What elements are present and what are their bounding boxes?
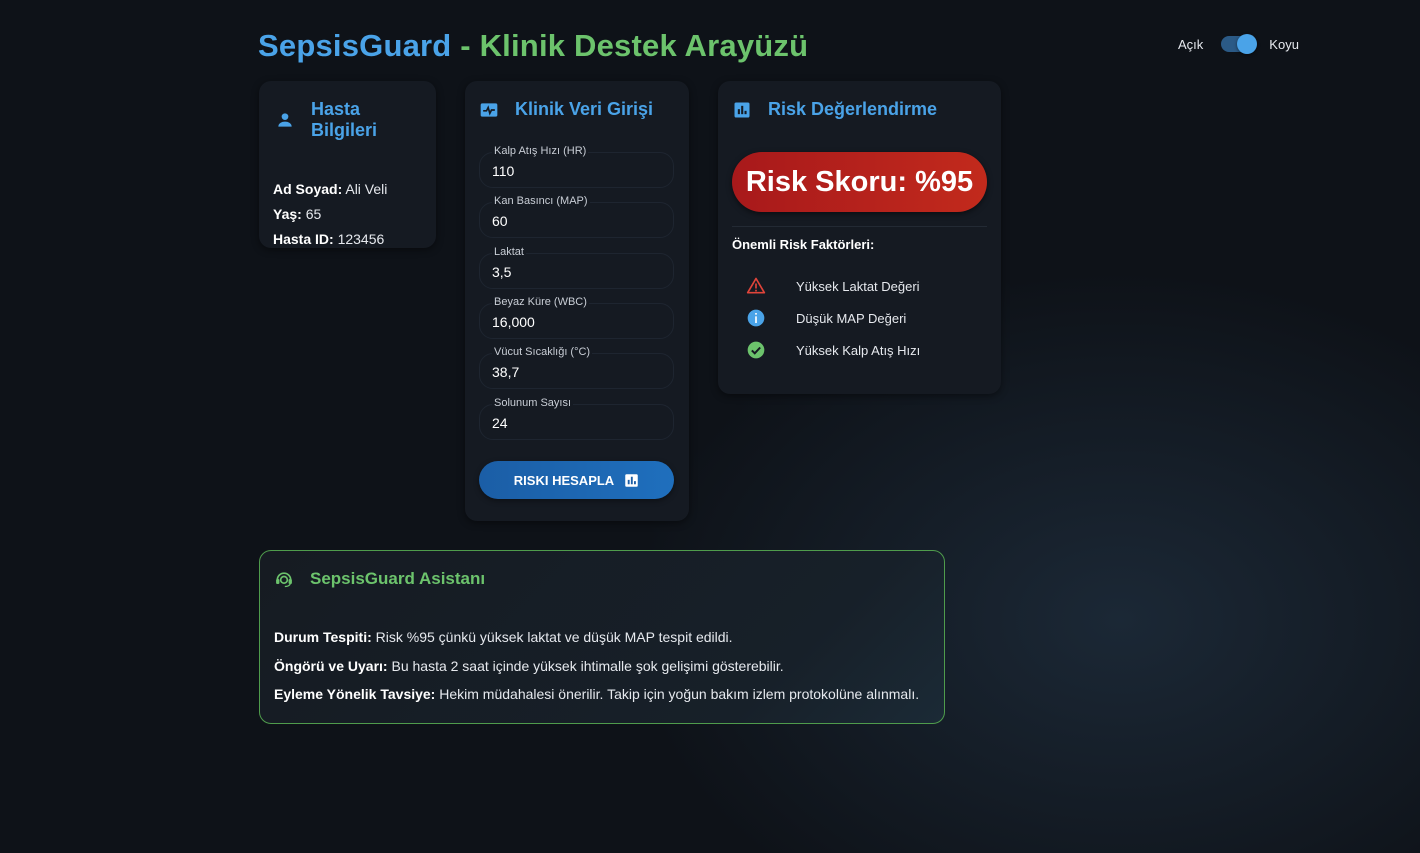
clinical-data-header: Klinik Veri Girişi: [479, 99, 675, 120]
risk-assessment-card: Risk Değerlendirme Risk Skoru: %95 Öneml…: [718, 81, 1001, 394]
risk-factor-item: Yüksek Laktat Değeri: [746, 276, 920, 296]
lactate-label: Laktat: [492, 246, 526, 258]
risk-score-text: Risk Skoru: %95: [745, 165, 974, 198]
wbc-label: Beyaz Küre (WBC): [492, 296, 589, 308]
assistant-line-prediction: Öngörü ve Uyarı: Bu hasta 2 saat içinde …: [274, 652, 930, 681]
respiratory-rate-value[interactable]: 24: [492, 415, 508, 431]
assistant-line-status: Durum Tespiti: Risk %95 çünkü yüksek lak…: [274, 623, 930, 652]
prediction-text: Bu hasta 2 saat içinde yüksek ihtimalle …: [391, 657, 784, 674]
map-field[interactable]: Kan Basıncı (MAP) 60: [479, 195, 674, 238]
risk-factor-label: Yüksek Kalp Atış Hızı: [796, 342, 921, 358]
heart-rate-field[interactable]: Kalp Atış Hızı (HR) 110: [479, 145, 674, 188]
theme-switch-knob: [1237, 34, 1258, 54]
recommendation-text: Hekim müdahalesi önerilir. Takip için yo…: [439, 686, 920, 702]
title-separator: -: [451, 28, 480, 63]
assistant-messages: Durum Tespiti: Risk %95 çünkü yüksek lak…: [274, 623, 930, 709]
assessment-icon: [732, 100, 752, 120]
bar-chart-icon: [624, 473, 639, 488]
patient-name: Ali Veli: [345, 181, 388, 197]
calculate-risk-button[interactable]: RISKI HESAPLA: [479, 461, 674, 499]
patient-id-row: Hasta ID: 123456: [273, 227, 422, 252]
vitals-monitor-icon: [479, 100, 499, 120]
patient-info-header: Hasta Bilgileri: [275, 99, 422, 141]
dark-mode-label: Koyu: [1269, 36, 1299, 52]
patient-id: 123456: [337, 231, 385, 247]
wbc-field[interactable]: Beyaz Küre (WBC) 16,000: [479, 296, 674, 339]
page-subtitle: Klinik Destek Arayüzü: [479, 28, 809, 63]
calculate-risk-label: RISKI HESAPLA: [513, 472, 615, 488]
risk-assessment-title: Risk Değerlendirme: [768, 99, 938, 119]
theme-switch[interactable]: [1221, 34, 1258, 54]
patient-info-card: Hasta Bilgileri Ad Soyad: Ali Veli Yaş: …: [259, 81, 436, 248]
risk-factor-item: Yüksek Kalp Atış Hızı: [746, 340, 920, 360]
patient-info-title: Hasta Bilgileri: [311, 99, 378, 140]
clinical-data-card: Klinik Veri Girişi Kalp Atış Hızı (HR) 1…: [465, 81, 689, 521]
patient-name-label: Ad Soyad:: [273, 181, 343, 197]
status-label: Durum Tespiti:: [274, 629, 372, 645]
assistant-line-recommendation: Eyleme Yönelik Tavsiye: Hekim müdahalesi…: [274, 680, 930, 709]
brand-name: SepsisGuard: [258, 28, 452, 63]
page-title: SepsisGuard - Klinik Destek Arayüzü: [258, 28, 808, 64]
check-circle-icon: [746, 340, 766, 360]
body-temperature-field[interactable]: Vücut Sıcaklığı (°C) 38,7: [479, 346, 674, 389]
assistant-header: SepsisGuard Asistanı: [274, 569, 930, 589]
patient-age-label: Yaş:: [273, 206, 302, 222]
info-icon: [746, 308, 766, 328]
risk-assessment-header: Risk Değerlendirme: [732, 99, 987, 120]
risk-factor-label: Düşük MAP Değeri: [796, 310, 907, 326]
lactate-field[interactable]: Laktat 3,5: [479, 246, 674, 289]
wbc-value[interactable]: 16,000: [492, 314, 535, 330]
lactate-value[interactable]: 3,5: [492, 264, 511, 280]
body-temperature-label: Vücut Sıcaklığı (°C): [492, 346, 593, 358]
clinical-data-title: Klinik Veri Girişi: [515, 99, 654, 119]
risk-factors-title: Önemli Risk Faktörleri:: [732, 237, 875, 252]
recommendation-label: Eyleme Yönelik Tavsiye:: [274, 686, 436, 702]
risk-factor-label: Yüksek Laktat Değeri: [796, 278, 920, 294]
respiratory-rate-field[interactable]: Solunum Sayısı 24: [479, 397, 674, 440]
support-agent-icon: [274, 569, 294, 589]
map-value[interactable]: 60: [492, 213, 508, 229]
person-icon: [275, 110, 295, 130]
light-mode-label: Açık: [1178, 36, 1204, 52]
patient-age: 65: [305, 206, 322, 222]
body-temperature-value[interactable]: 38,7: [492, 364, 519, 380]
patient-age-row: Yaş: 65: [273, 202, 422, 227]
theme-toggle: Açık Koyu: [1178, 34, 1299, 54]
map-label: Kan Basıncı (MAP): [492, 195, 590, 207]
risk-score-badge: Risk Skoru: %95: [732, 152, 987, 212]
heart-rate-value[interactable]: 110: [492, 163, 514, 179]
assistant-panel: SepsisGuard Asistanı Durum Tespiti: Risk…: [259, 550, 945, 724]
status-text: Risk %95 çünkü yüksek laktat ve düşük MA…: [375, 629, 733, 645]
prediction-label: Öngörü ve Uyarı:: [274, 657, 388, 674]
risk-factor-item: Düşük MAP Değeri: [746, 308, 906, 328]
warning-icon: [746, 276, 766, 296]
heart-rate-label: Kalp Atış Hızı (HR): [492, 145, 589, 157]
patient-name-row: Ad Soyad: Ali Veli: [273, 177, 422, 202]
patient-details: Ad Soyad: Ali Veli Yaş: 65 Hasta ID: 123…: [273, 177, 422, 252]
risk-divider: [732, 226, 987, 227]
patient-id-label: Hasta ID:: [273, 231, 334, 247]
respiratory-rate-label: Solunum Sayısı: [492, 397, 574, 409]
assistant-title: SepsisGuard Asistanı: [310, 569, 486, 588]
